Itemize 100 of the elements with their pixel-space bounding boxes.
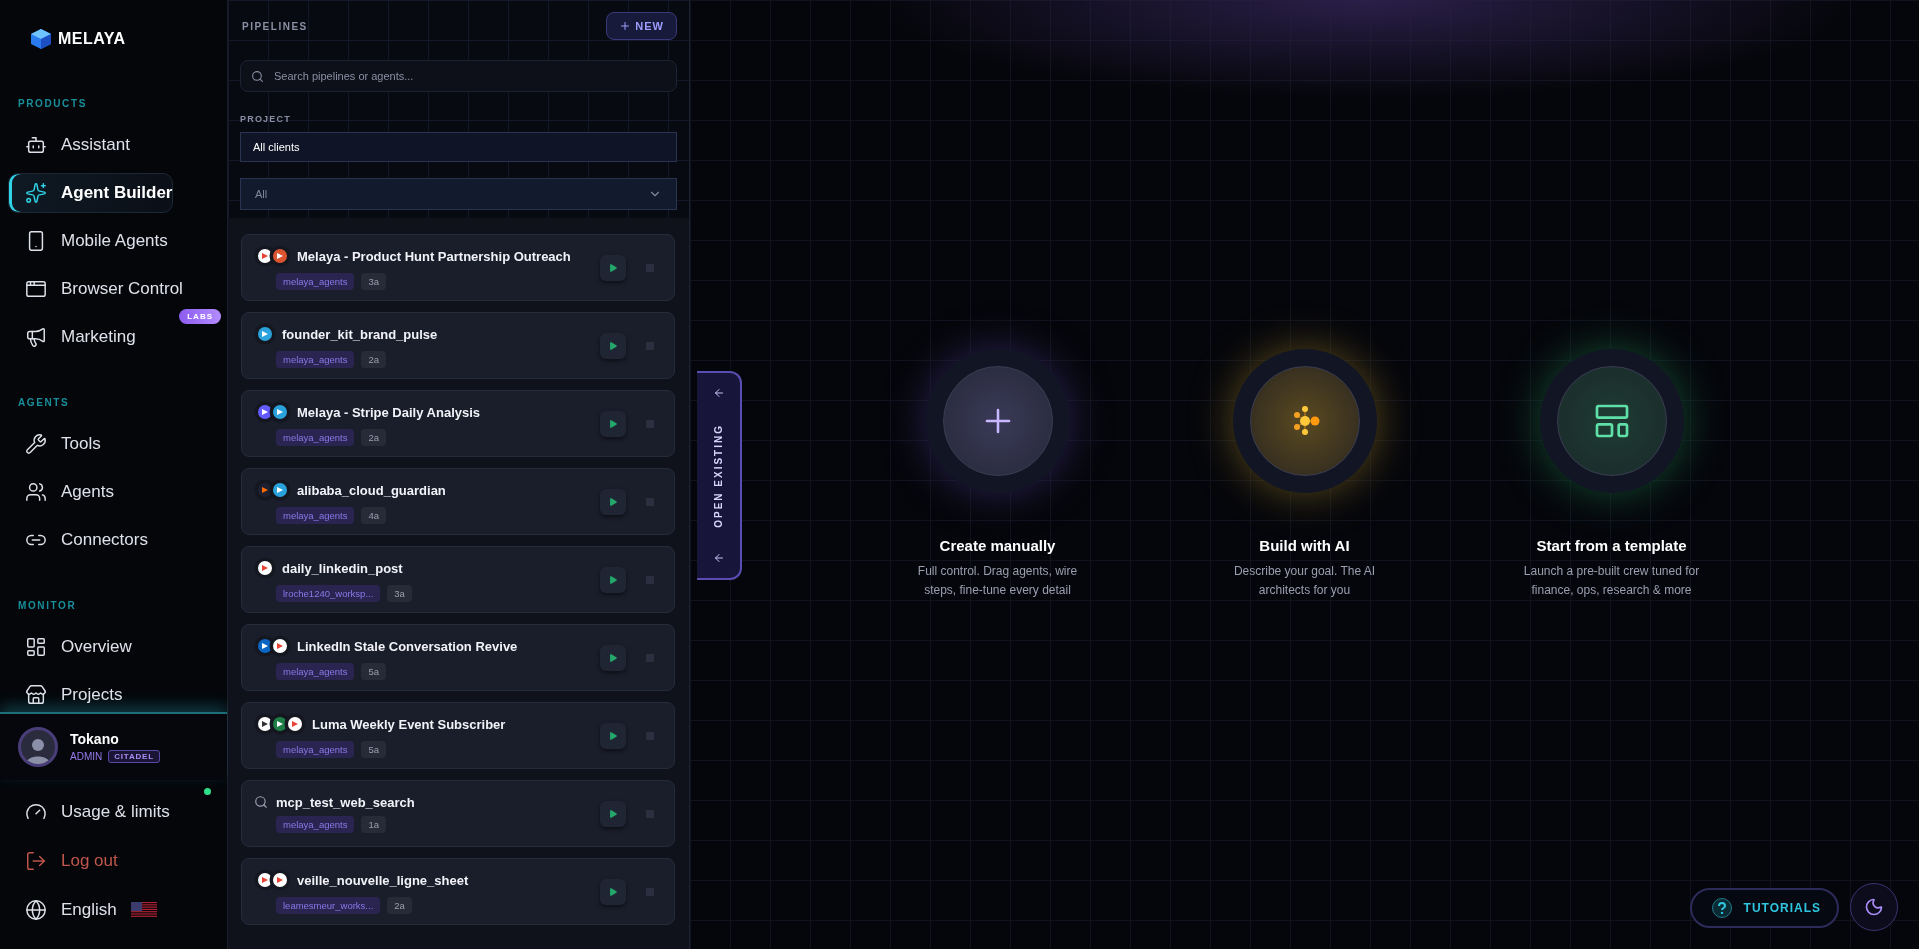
workspace-tag: melaya_agents [276, 429, 355, 446]
panel-title: PIPELINES [241, 20, 308, 32]
workspace-tag: melaya_agents [276, 273, 355, 290]
new-button[interactable]: NEW [606, 12, 677, 40]
run-button[interactable] [600, 566, 626, 593]
agent-count: 4a [361, 507, 386, 524]
section-title: MONITOR [17, 600, 78, 611]
tutorials-button[interactable]: TUTORIALS [1689, 888, 1839, 928]
nav-item[interactable]: Agents [8, 472, 115, 512]
play-icon [608, 262, 618, 273]
run-button[interactable] [600, 332, 626, 359]
search-icon [251, 69, 264, 83]
run-button[interactable] [600, 254, 626, 281]
theme-toggle[interactable] [1850, 883, 1898, 931]
nav-item[interactable]: Connectors [8, 520, 149, 560]
plus-icon [619, 20, 632, 32]
search-field[interactable]: Search pipelines or agents... [240, 60, 677, 92]
run-button[interactable] [600, 488, 626, 515]
app-logo-icon [284, 713, 306, 735]
run-button[interactable] [600, 644, 626, 671]
play-icon [608, 652, 618, 663]
search-input[interactable]: Search pipelines or agents... [272, 69, 666, 83]
option-button[interactable] [1249, 366, 1360, 476]
search-icon [254, 795, 268, 809]
plan-badge: CITADEL [108, 750, 160, 763]
agent-count: 3a [361, 273, 386, 290]
dashboard-icon [25, 636, 47, 658]
nav-item[interactable]: Browser Control [8, 269, 184, 309]
filter-dropdown[interactable]: All [240, 178, 677, 210]
help-icon [1711, 898, 1732, 918]
pipeline-card[interactable]: Melaya - Stripe Daily Analysis melaya_agents 2a [241, 390, 675, 457]
agent-count: 5a [361, 663, 386, 680]
section-title: AGENTS [17, 397, 71, 408]
app-logo-icon [269, 635, 291, 657]
pipeline-card[interactable]: veille_nouvelle_ligne_sheet leamesmeur_works... 2a [241, 858, 675, 925]
workspace-tag: melaya_agents [276, 741, 355, 758]
flag-icon [130, 902, 157, 918]
workspace-tag: leamesmeur_works... [276, 897, 381, 914]
field-label: PROJECT [240, 114, 292, 124]
nav-item[interactable]: Projects [8, 675, 124, 712]
nav-item[interactable]: Tools [8, 424, 102, 464]
nav-label: Usage & limits [61, 802, 170, 822]
play-icon [608, 886, 618, 897]
workspace-tag: melaya_agents [276, 507, 355, 524]
nav-item[interactable]: Assistant [8, 125, 131, 165]
app-logo-icon [254, 557, 276, 579]
workspace-tag: lroche1240_worksp... [276, 585, 381, 602]
app-logo-icon [269, 401, 291, 423]
arrow-left-icon [712, 552, 725, 564]
pipeline-name: daily_linkedin_post [282, 560, 403, 576]
play-icon [608, 496, 618, 507]
wrench-icon [25, 433, 47, 455]
project-field[interactable]: All clients [240, 132, 677, 162]
nav-label: English [61, 900, 117, 920]
play-icon [608, 808, 618, 819]
pipeline-name: veille_nouvelle_ligne_sheet [297, 872, 469, 888]
pipeline-card[interactable]: founder_kit_brand_pulse melaya_agents 2a [241, 312, 675, 379]
pipeline-card[interactable]: LinkedIn Stale Conversation Revive melaya_agents 5a [241, 624, 675, 691]
app-logo-icon [269, 869, 291, 891]
users-icon [25, 481, 47, 503]
pipeline-card[interactable]: Luma Weekly Event Subscriber melaya_agents 5a [241, 702, 675, 769]
cube-logo-icon [30, 28, 52, 50]
play-icon [608, 340, 618, 351]
logout-item[interactable]: Log out [8, 841, 119, 881]
pipeline-card[interactable]: mcp_test_web_search melaya_agents 1a [241, 780, 675, 847]
agent-count: 3a [387, 585, 412, 602]
workspace-tag: melaya_agents [276, 663, 355, 680]
option-button[interactable] [1556, 366, 1667, 476]
store-icon [25, 684, 47, 706]
run-button[interactable] [600, 800, 626, 827]
brand-name: MELAYA [58, 30, 126, 48]
nav-item[interactable]: Overview [8, 627, 133, 667]
language-selector[interactable]: English [8, 890, 158, 930]
nav-label: Log out [61, 851, 118, 871]
pipeline-card[interactable]: alibaba_cloud_guardian melaya_agents 4a [241, 468, 675, 535]
agent-count: 5a [361, 741, 386, 758]
run-button[interactable] [600, 722, 626, 749]
nav-item[interactable]: Usage & limits [8, 792, 171, 832]
option-title: Create manually [939, 537, 1056, 554]
nav-item[interactable]: Marketing [8, 317, 137, 357]
pipeline-name: mcp_test_web_search [276, 794, 415, 810]
option-description: Full control. Drag agents, wire steps, fine-tune every detail [916, 563, 1079, 599]
agent-count: 2a [361, 429, 386, 446]
option-description: Launch a pre-built crew tuned for finance, ops, research & more [1522, 563, 1701, 599]
nav-item[interactable]: Agent Builder [8, 173, 174, 213]
user-name: Tokano [70, 731, 120, 747]
avatar[interactable] [18, 727, 58, 767]
sparkle-icon [25, 182, 47, 204]
option-description: Describe your goal. The AI architects for you [1232, 563, 1377, 599]
run-button[interactable] [600, 878, 626, 905]
pipeline-card[interactable]: Melaya - Product Hunt Partnership Outreach melaya_agents 3a [241, 234, 675, 301]
agent-count: 1a [361, 815, 386, 833]
pipeline-name: LinkedIn Stale Conversation Revive [297, 638, 518, 654]
run-button[interactable] [600, 410, 626, 437]
globe-icon [25, 899, 47, 921]
pipeline-card[interactable]: daily_linkedin_post lroche1240_worksp... 3a [241, 546, 675, 613]
nav-item[interactable]: Mobile Agents [8, 221, 169, 261]
option-title: Start from a template [1536, 537, 1687, 554]
open-existing-tab[interactable]: OPEN EXISTING [697, 371, 742, 580]
pipeline-name: Melaya - Stripe Daily Analysis [297, 404, 481, 420]
